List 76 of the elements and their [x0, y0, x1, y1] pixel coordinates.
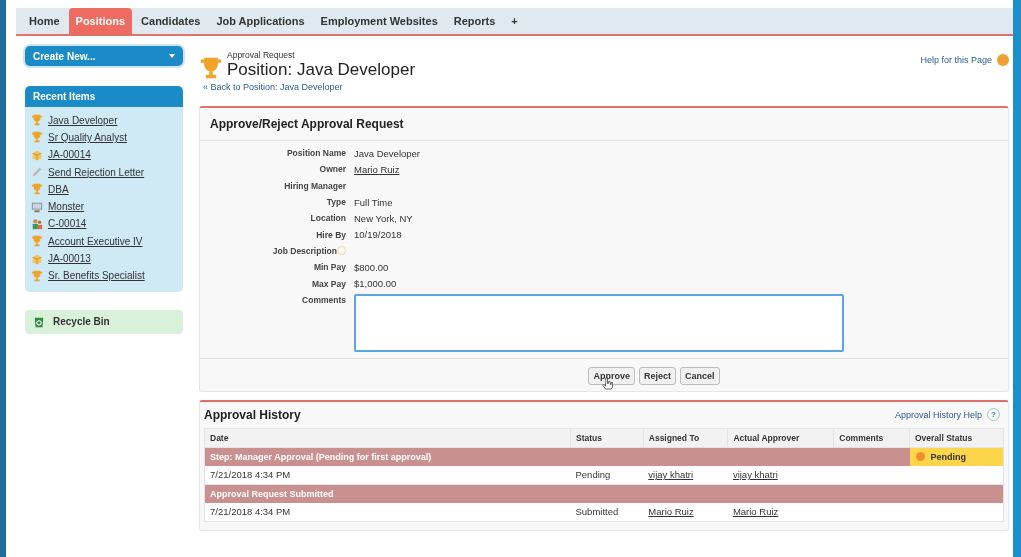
comments-field[interactable]: [354, 293, 844, 352]
recent-item-link[interactable]: Send Rejection Letter: [48, 166, 145, 178]
trophy-icon: [31, 131, 43, 144]
field-label: Type: [326, 197, 346, 208]
table-cell: Submitted: [570, 502, 644, 522]
back-link[interactable]: « Back to Position: Java Developer: [203, 82, 1009, 92]
pencil-icon: [31, 166, 43, 179]
user-link[interactable]: vijay khatri: [648, 469, 694, 481]
field-value: $1,000.00: [354, 278, 397, 289]
trophy-icon: [31, 183, 43, 196]
people-icon: [31, 217, 43, 230]
field-value: New York, NY: [354, 212, 413, 224]
column-header: Overall Status: [909, 428, 1004, 448]
help-icon: [997, 54, 1009, 66]
field-value-link[interactable]: Mario Ruiz: [354, 163, 400, 175]
field-label: Hire By: [316, 229, 346, 240]
field-label: Job Description: [272, 245, 337, 256]
action-button[interactable]: Approve: [588, 366, 635, 385]
recent-item-link[interactable]: JA-00013: [48, 253, 91, 264]
nav-tab[interactable]: Home: [22, 8, 67, 34]
recent-item-link[interactable]: Sr. Benefits Specialist: [48, 270, 145, 282]
recent-item-link[interactable]: Sr Quality Analyst: [48, 131, 127, 143]
field-label: Owner: [319, 164, 346, 175]
field-value: Java Developer: [354, 147, 420, 159]
recycle-bin-link[interactable]: Recycle Bin: [25, 309, 183, 334]
action-button[interactable]: Cancel: [680, 366, 720, 385]
section-title: Approval History: [203, 406, 302, 424]
action-button[interactable]: Reject: [639, 366, 676, 385]
page-title: Position: Java Developer: [227, 60, 417, 80]
user-link[interactable]: Mario Ruiz: [732, 506, 779, 518]
table-cell: 7/21/2018 4:34 PM: [204, 465, 571, 485]
recent-item-link[interactable]: Account Executive IV: [48, 235, 143, 247]
field-label: Max Pay: [311, 278, 346, 289]
table-cell: 7/21/2018 4:34 PM: [204, 502, 571, 522]
field-value: $800.00: [354, 261, 389, 273]
field-label: Location: [310, 213, 346, 224]
trash-icon: [33, 315, 45, 328]
create-new-dropdown[interactable]: Create New...: [25, 46, 183, 66]
field-value: 10/19/2018: [354, 229, 402, 241]
field-label: Comments: [302, 294, 346, 305]
field-value: Full Time: [354, 196, 393, 208]
nav-tab[interactable]: Reports: [446, 8, 503, 34]
column-header: Date: [204, 428, 571, 448]
trophy-icon: [31, 235, 43, 248]
column-header: Status: [570, 428, 644, 448]
nav-tab[interactable]: Candidates: [134, 8, 208, 34]
monitor-icon: [31, 200, 43, 213]
recent-item-link[interactable]: JA-00014: [48, 149, 91, 161]
trophy-icon: [199, 56, 223, 80]
field-label: Position Name: [286, 148, 346, 159]
column-header: Comments: [833, 428, 910, 448]
column-header: Assigned To: [643, 428, 728, 448]
recent-item-link[interactable]: Monster: [48, 201, 85, 213]
recent-item-link[interactable]: DBA: [48, 183, 69, 195]
nav-tab[interactable]: Job Applications: [209, 8, 312, 34]
nav-tab[interactable]: Employment Websites: [313, 8, 445, 34]
section-title: Approve/Reject Approval Request: [200, 108, 1008, 141]
recent-item-link[interactable]: C-00014: [48, 218, 87, 230]
help-link[interactable]: Help for this Page: [920, 55, 992, 65]
user-link[interactable]: vijay khatri: [732, 469, 778, 481]
nav-tab[interactable]: +: [504, 8, 525, 34]
trophy-icon: [31, 114, 43, 127]
step-label: Approval Request Submitted: [210, 488, 334, 499]
box-icon: [31, 252, 43, 265]
trophy-icon: [31, 269, 43, 282]
box-icon: [31, 148, 43, 161]
column-header: Actual Approver: [727, 428, 834, 448]
step-label: Step: Manager Approval (Pending for first approval): [210, 451, 432, 462]
recent-items-header: Recent Items: [25, 86, 183, 107]
help-link[interactable]: Approval History Help: [894, 409, 982, 420]
field-label: Hiring Manager: [284, 180, 346, 191]
page-subtitle: Approval Request: [227, 50, 296, 60]
user-link[interactable]: Mario Ruiz: [648, 506, 694, 518]
table-cell: Pending: [570, 465, 644, 485]
recent-item-link[interactable]: Java Developer: [48, 114, 118, 126]
field-label: Min Pay: [313, 262, 346, 273]
